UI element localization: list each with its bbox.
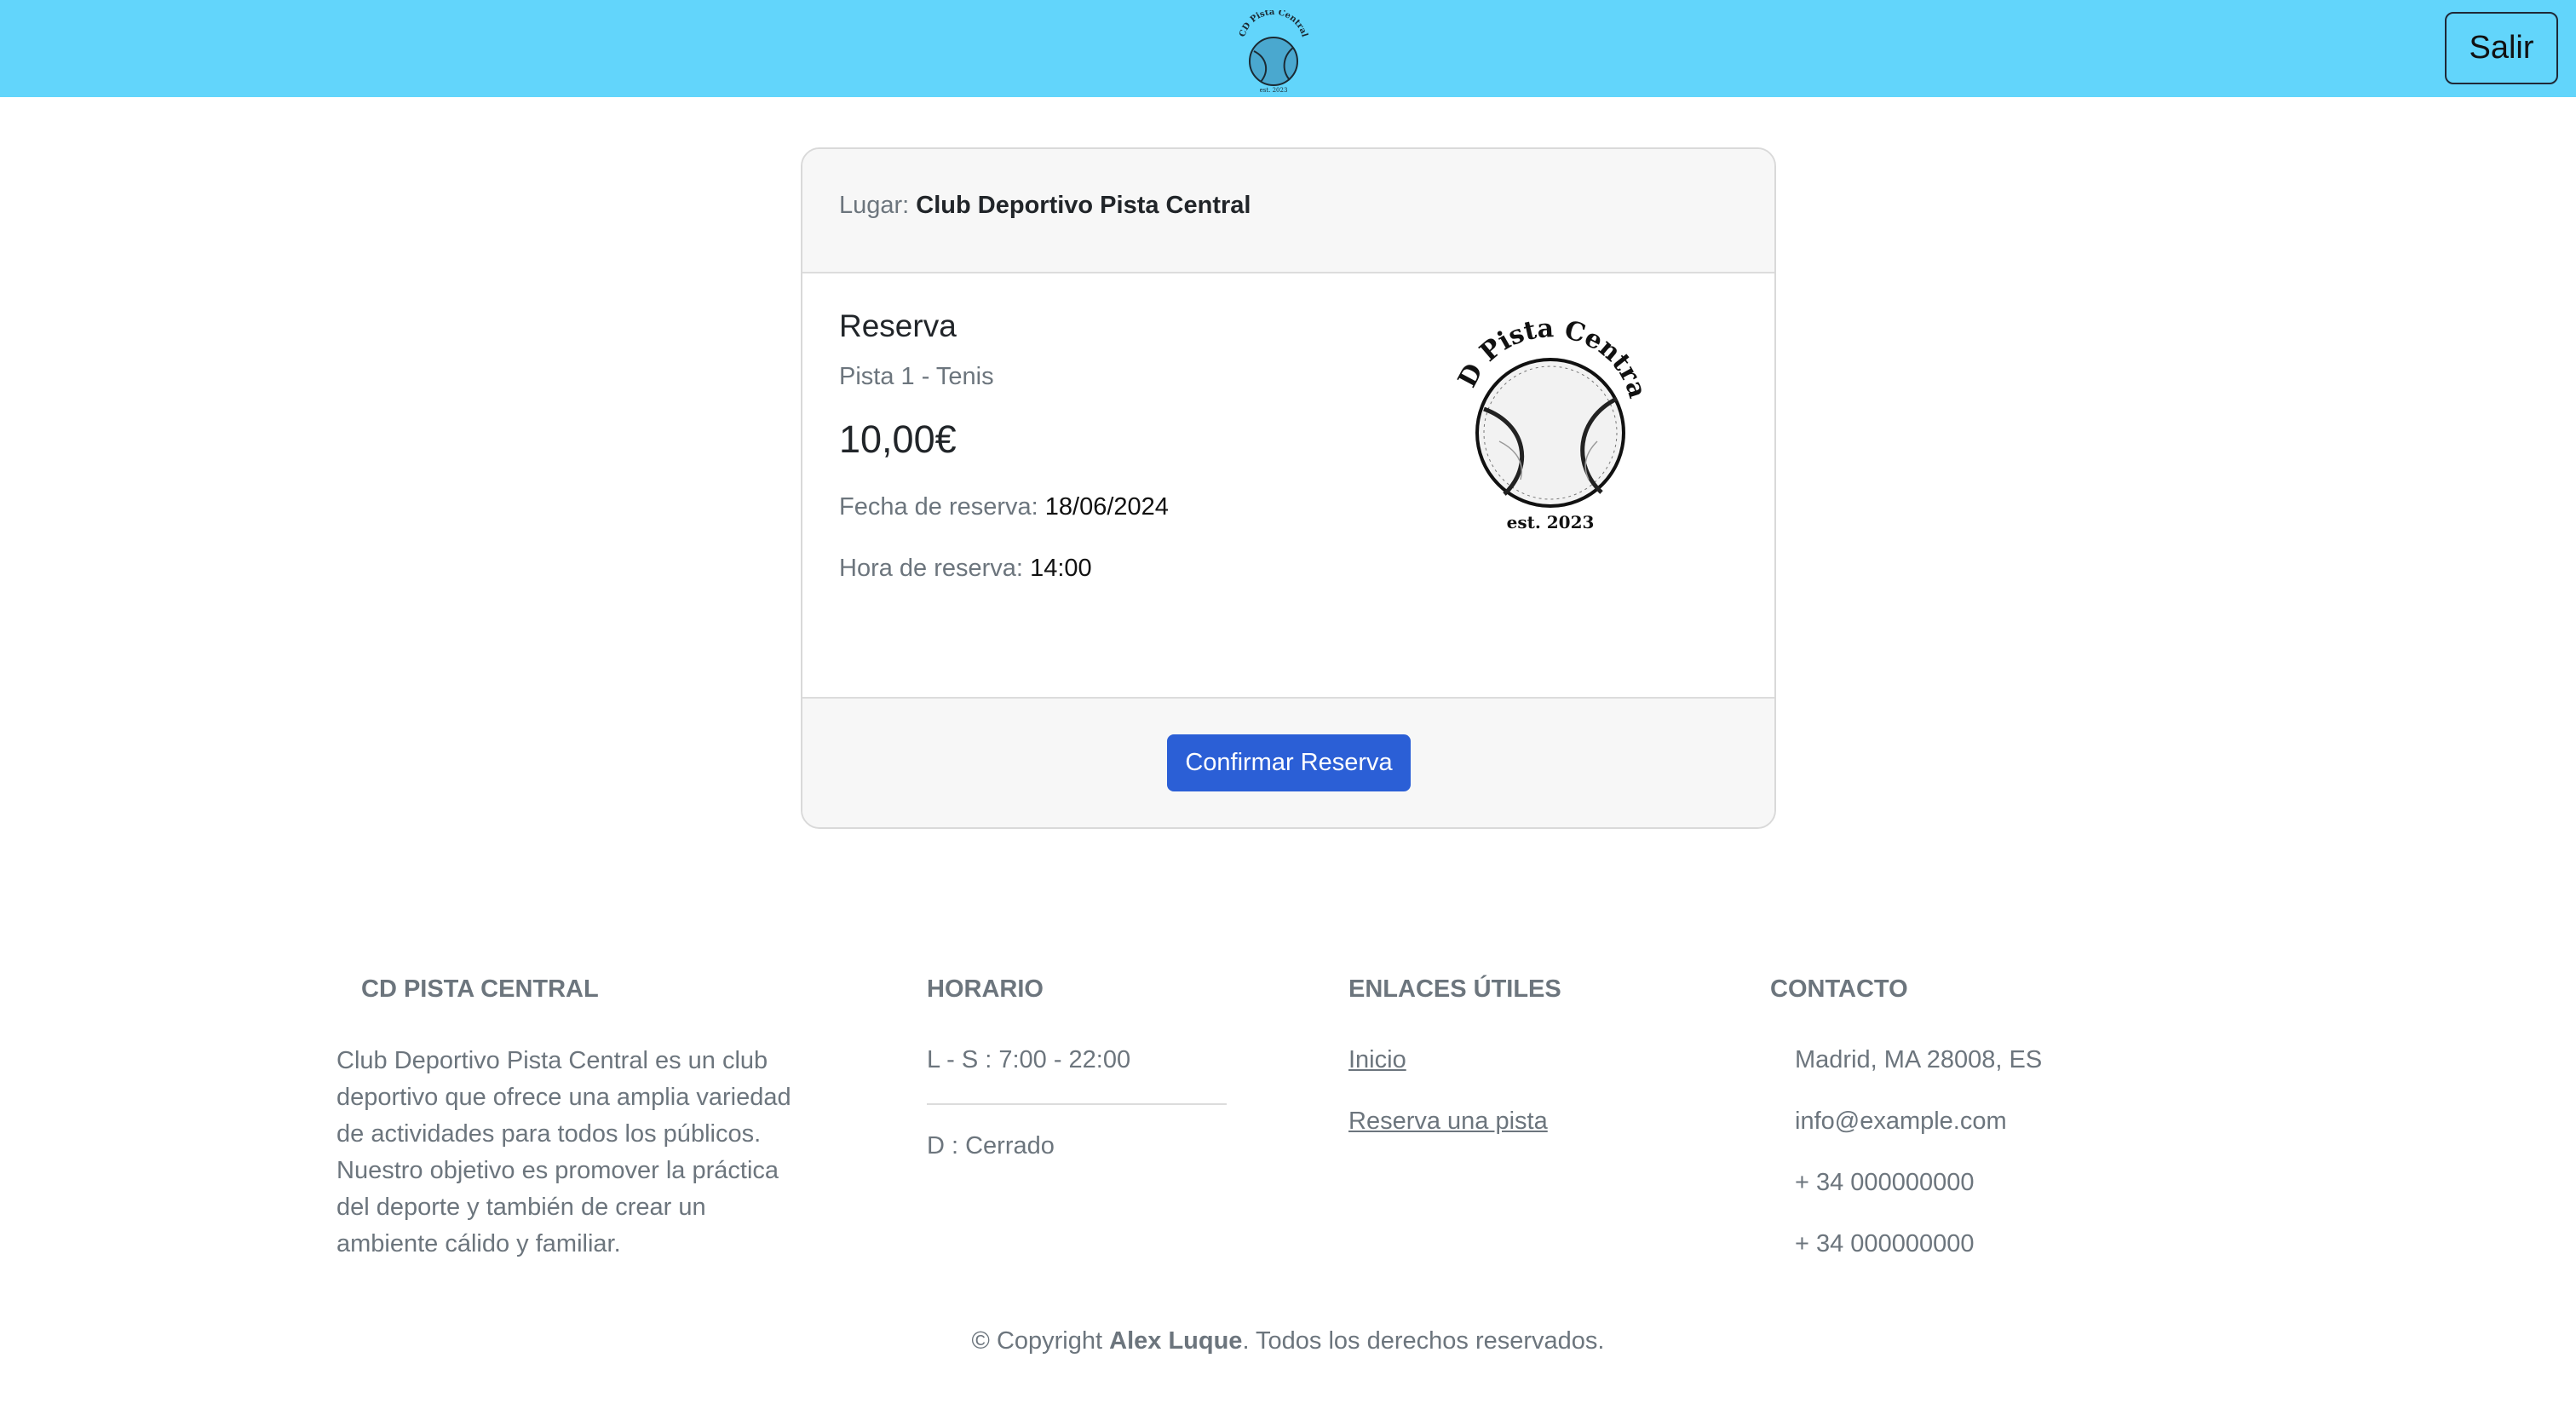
place-name: Club Deportivo Pista Central <box>916 192 1251 219</box>
hour-value: 14:00 <box>1030 555 1092 582</box>
svg-text:est. 2023: est. 2023 <box>1260 87 1288 94</box>
club-logo-large: CD Pista Central est. 2023 <box>1438 291 1653 535</box>
schedule-sunday: D : Cerrado <box>927 1132 1055 1159</box>
footer-link-book-court[interactable]: Reserva una pista <box>1348 1108 1548 1136</box>
top-navbar: CD Pista Central est. 2023 Salir <box>0 0 2576 97</box>
footer-link-home[interactable]: Inicio <box>1348 1046 1406 1074</box>
card-footer: Confirmar Reserva <box>802 697 1774 827</box>
contact-address: Madrid, MA 28008, ES <box>1795 1046 2043 1073</box>
reservation-hour: Hora de reserva: 14:00 <box>839 555 1092 583</box>
reservation-date: Fecha de reserva: 18/06/2024 <box>839 493 1169 521</box>
confirm-reservation-button[interactable]: Confirmar Reserva <box>1167 734 1411 791</box>
contact-phone-2: + 34 000000000 <box>1795 1230 1975 1257</box>
copyright-author: Alex Luque <box>1109 1327 1243 1355</box>
tennis-ball-icon: CD Pista Central est. 2023 <box>1438 291 1653 532</box>
club-logo[interactable]: CD Pista Central est. 2023 <box>1235 8 1312 95</box>
date-value: 18/06/2024 <box>1044 493 1169 521</box>
footer-links-heading: ENLACES ÚTILES <box>1348 975 1561 1003</box>
court-name: Pista 1 - Tenis <box>839 363 994 390</box>
footer-contact-heading: CONTACTO <box>1770 975 1908 1003</box>
footer-club-description: Club Deportivo Pista Central es un club … <box>336 1047 791 1257</box>
footer-club-heading: CD PISTA CENTRAL <box>361 975 599 1003</box>
contact-email: info@example.com <box>1795 1108 2007 1135</box>
copyright: © Copyright Alex Luque. Todos los derech… <box>0 1327 2576 1355</box>
schedule-weekdays: L - S : 7:00 - 22:00 <box>927 1046 1131 1073</box>
place-label: Lugar: <box>839 192 910 219</box>
tennis-ball-icon: CD Pista Central est. 2023 <box>1238 8 1309 94</box>
copyright-prefix: © Copyright <box>971 1327 1110 1355</box>
hour-label: Hora de reserva: <box>839 555 1023 582</box>
logout-button[interactable]: Salir <box>2445 12 2558 84</box>
reservation-title: Reserva <box>839 308 957 343</box>
price: 10,00€ <box>839 417 957 461</box>
place-line: Lugar: Club Deportivo Pista Central <box>839 192 1251 220</box>
contact-phone-1: + 34 000000000 <box>1795 1169 1975 1196</box>
card-header: Lugar: Club Deportivo Pista Central <box>802 149 1774 273</box>
schedule-divider <box>927 1103 1227 1105</box>
copyright-suffix: . Todos los derechos reservados. <box>1242 1327 1605 1355</box>
date-label: Fecha de reserva: <box>839 493 1038 521</box>
svg-text:est. 2023: est. 2023 <box>1507 512 1595 532</box>
svg-text:CD Pista Central: CD Pista Central <box>1238 10 1309 38</box>
footer-schedule-heading: HORARIO <box>927 975 1044 1003</box>
